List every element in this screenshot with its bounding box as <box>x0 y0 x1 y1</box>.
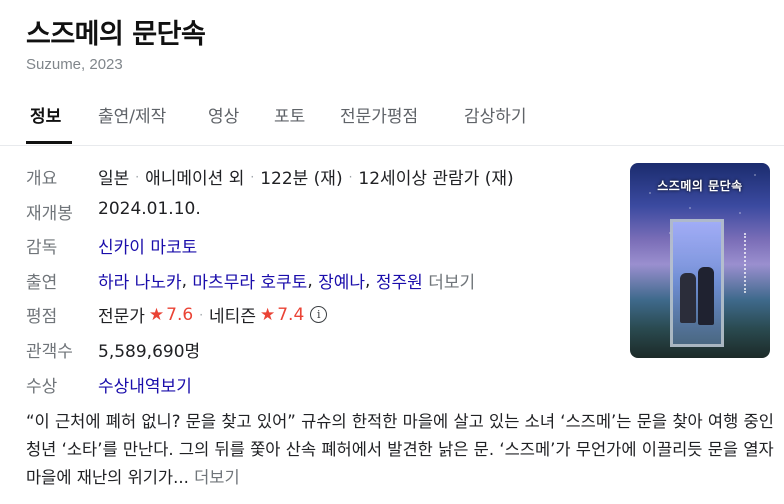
synopsis-text: “이 근처에 폐허 없니? 문을 찾고 있어” 규슈의 한적한 마을에 살고 있… <box>26 412 774 487</box>
movie-poster[interactable]: 스즈메의 문단속 <box>630 163 770 358</box>
cast-list: 하라 나노카, 마츠무라 호쿠토, 장예나, 정주원 더보기 <box>98 268 475 294</box>
netizen-rating-label: 네티즌 <box>209 307 256 327</box>
tab-info[interactable]: 정보 <box>30 102 61 127</box>
separator-dot: · <box>135 169 140 184</box>
awards-link[interactable]: 수상내역보기 <box>98 372 192 397</box>
poster-figure <box>680 273 696 323</box>
audience-label: 관객수 <box>26 342 73 362</box>
cast-link[interactable]: 마츠무라 호쿠토 <box>192 268 307 293</box>
synopsis-more-link[interactable]: 더보기 <box>194 468 240 487</box>
poster-figure <box>698 267 714 325</box>
cast-link[interactable]: 하라 나노카 <box>98 268 182 293</box>
tab-videos[interactable]: 영상 <box>208 102 239 127</box>
cast-link[interactable]: 정주원 <box>376 268 423 293</box>
poster-door <box>670 219 724 347</box>
star-icon: ★ <box>259 304 276 325</box>
active-tab-indicator <box>26 141 72 144</box>
expert-rating-label: 전문가 <box>98 307 145 327</box>
tab-expert-reviews[interactable]: 전문가평점 <box>340 102 418 127</box>
director-link[interactable]: 신카이 마코토 <box>98 233 197 258</box>
awards-label: 수상 <box>26 377 58 397</box>
rating-values: 전문가 ★ 7.6 · 네티즌 ★ 7.4 i <box>98 302 328 327</box>
tab-cast-crew[interactable]: 출연/제작 <box>98 102 166 127</box>
tab-bar: 정보 출연/제작 영상 포토 전문가평점 감상하기 <box>0 100 784 146</box>
age-rating: 12세이상 관람가 (재) <box>358 169 514 189</box>
audience-count: 5,589,690명 <box>98 342 201 362</box>
poster-title: 스즈메의 문단속 <box>657 179 743 193</box>
cast-link[interactable]: 장예나 <box>318 268 365 293</box>
overview-value: 일본 · 애니메이션 외 · 122분 (재) · 12세이상 관람가 (재) <box>98 164 514 189</box>
tab-watch[interactable]: 감상하기 <box>464 102 527 127</box>
rating-label: 평점 <box>26 307 58 327</box>
country: 일본 <box>98 169 130 189</box>
genre: 애니메이션 외 <box>145 169 245 189</box>
tab-photos[interactable]: 포토 <box>274 102 305 127</box>
synopsis: “이 근처에 폐허 없니? 문을 찾고 있어” 규슈의 한적한 마을에 살고 있… <box>26 408 774 492</box>
director-label: 감독 <box>26 238 58 258</box>
rerelease-label: 재개봉 <box>26 204 73 224</box>
netizen-score: 7.4 <box>277 304 305 325</box>
movie-subtitle: Suzume, 2023 <box>26 56 123 73</box>
cast-label: 출연 <box>26 273 58 293</box>
separator-dot: · <box>199 307 204 322</box>
star-icon: ★ <box>148 304 165 325</box>
expert-score: 7.6 <box>166 304 194 325</box>
runtime: 122분 (재) <box>260 169 343 189</box>
poster-tagline <box>744 233 752 293</box>
cast-more-link[interactable]: 더보기 <box>428 268 475 293</box>
overview-label: 개요 <box>26 169 58 189</box>
separator-dot: · <box>250 169 255 184</box>
movie-title: 스즈메의 문단속 <box>26 19 206 50</box>
rerelease-date: 2024.01.10. <box>98 199 201 219</box>
separator-dot: · <box>348 169 353 184</box>
info-icon[interactable]: i <box>310 306 328 323</box>
